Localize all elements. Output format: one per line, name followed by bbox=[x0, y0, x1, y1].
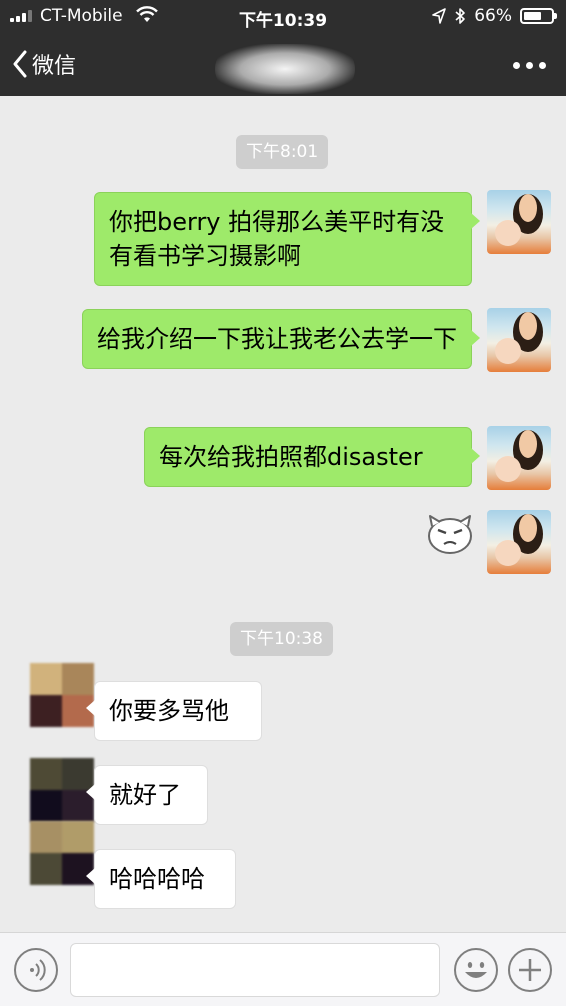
top-bar: CT-Mobile 下午10:39 66% 微信 bbox=[0, 0, 566, 96]
received-message[interactable]: 哈哈哈哈 bbox=[86, 849, 236, 909]
avatar[interactable] bbox=[487, 190, 551, 254]
avatar[interactable] bbox=[30, 821, 94, 885]
timestamp: 下午8:01 bbox=[236, 135, 329, 169]
received-message[interactable]: 你要多骂他 bbox=[86, 681, 262, 741]
avatar[interactable] bbox=[30, 663, 94, 727]
avatar[interactable] bbox=[487, 426, 551, 490]
battery-level bbox=[524, 12, 542, 20]
sticker-icon[interactable] bbox=[426, 510, 474, 556]
sent-message[interactable]: 每次给我拍照都disaster bbox=[144, 427, 480, 487]
battery-percent: 66% bbox=[474, 6, 512, 26]
avatar[interactable] bbox=[487, 308, 551, 372]
back-button[interactable]: 微信 bbox=[12, 48, 76, 80]
chevron-left-icon bbox=[13, 50, 27, 78]
voice-icon bbox=[30, 959, 46, 981]
sent-message[interactable]: 你把berry 拍得那么美平时有没有看书学习摄影啊 bbox=[94, 192, 480, 286]
avatar[interactable] bbox=[30, 758, 94, 822]
more-dots-icon[interactable] bbox=[513, 62, 546, 69]
plus-icon bbox=[519, 959, 541, 981]
timestamp: 下午10:38 bbox=[230, 622, 333, 656]
battery-icon bbox=[520, 8, 557, 24]
input-bar bbox=[0, 932, 566, 1006]
message-input[interactable] bbox=[70, 943, 440, 997]
emoji-icon bbox=[465, 962, 487, 978]
chat-nav-bar: 微信 bbox=[0, 36, 566, 94]
sent-message[interactable]: 给我介绍一下我让我老公去学一下 bbox=[82, 309, 480, 369]
status-bar: CT-Mobile 下午10:39 66% bbox=[0, 0, 566, 32]
avatar[interactable] bbox=[487, 510, 551, 574]
location-arrow-icon bbox=[432, 8, 447, 24]
received-message[interactable]: 就好了 bbox=[86, 765, 208, 825]
emoji-button[interactable] bbox=[454, 948, 498, 992]
chat-title-blurred bbox=[215, 44, 355, 94]
back-label: 微信 bbox=[32, 54, 77, 79]
chat-area[interactable]: 下午8:01 你把berry 拍得那么美平时有没有看书学习摄影啊 给我介绍一下我… bbox=[0, 96, 566, 932]
voice-button[interactable] bbox=[14, 948, 58, 992]
bluetooth-icon bbox=[455, 8, 466, 24]
add-button[interactable] bbox=[508, 948, 552, 992]
